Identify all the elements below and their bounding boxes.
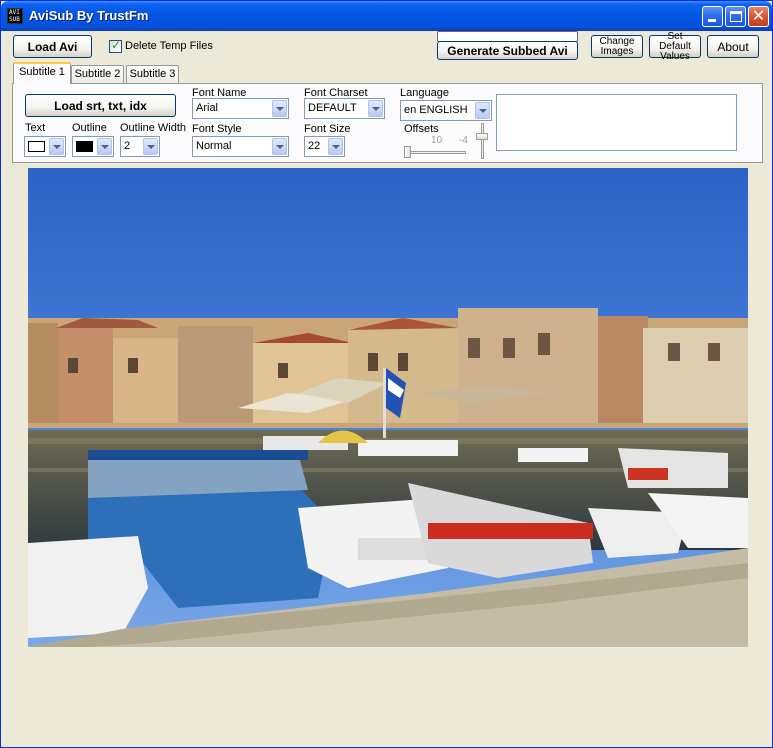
outline-width-label: Outline Width [120,122,187,134]
offset-x-slider-track[interactable] [406,151,466,154]
outline-width-value: 2 [124,140,131,152]
offset-y-value: -4 [459,135,468,146]
language-label: Language [400,87,449,99]
font-size-value: 22 [308,140,321,152]
outline-color-swatch [76,141,93,152]
close-button[interactable]: ✕ [748,6,769,27]
minimize-icon [708,19,716,22]
chevron-down-icon[interactable] [143,138,158,155]
tab-subtitle-2[interactable]: Subtitle 2 [71,65,124,83]
app-icon[interactable]: AVI SUB [7,8,23,24]
generate-subbed-avi-button[interactable]: Generate Subbed Avi [437,41,578,60]
outline-color-combo[interactable] [72,136,114,157]
change-images-button[interactable]: Change Images [591,35,643,58]
about-button[interactable]: About [707,35,759,58]
delete-temp-files-label: Delete Temp Files [125,40,213,52]
font-size-label: Font Size [304,123,351,135]
delete-temp-files-checkbox[interactable]: ✓ [109,38,122,53]
chevron-down-icon[interactable] [272,100,287,117]
harbor-photo [28,168,748,647]
language-value: en ENGLISH [404,104,468,116]
font-name-combo[interactable]: Arial [192,98,289,119]
font-name-value: Arial [196,102,219,114]
text-color-label: Text [25,122,46,134]
tab-subtitle-3[interactable]: Subtitle 3 [126,65,179,83]
close-icon: ✕ [751,6,766,25]
minimize-button[interactable] [702,6,723,27]
chevron-down-icon[interactable] [272,138,287,155]
text-color-swatch [28,141,45,152]
outline-color-label: Outline [72,122,107,134]
title-bar[interactable]: AVI SUB AviSub By TrustFm ✕ [1,1,772,31]
window-title: AviSub By TrustFm [29,8,149,23]
offset-x-slider-thumb[interactable] [404,146,411,158]
load-avi-button[interactable]: Load Avi [13,35,92,58]
font-size-combo[interactable]: 22 [304,136,345,157]
text-color-combo[interactable] [24,136,66,157]
offset-y-slider-track[interactable] [481,123,484,159]
offset-y-slider-thumb[interactable] [476,133,488,140]
font-style-combo[interactable]: Normal [192,136,289,157]
offset-x-value: 10 [431,135,443,146]
maximize-button[interactable] [725,6,746,27]
font-style-value: Normal [196,140,232,152]
font-charset-value: DEFAULT [308,102,357,114]
load-subtitle-file-button[interactable]: Load srt, txt, idx [25,94,176,117]
checkmark-icon: ✓ [111,38,122,52]
app-window: AVI SUB AviSub By TrustFm ✕ Load Avi ✓ D… [0,0,773,748]
chevron-down-icon[interactable] [97,138,112,155]
font-charset-combo[interactable]: DEFAULT [304,98,385,119]
chevron-down-icon[interactable] [368,100,383,117]
font-style-label: Font Style [192,123,242,135]
preview-image [28,168,748,647]
subtitle-preview-textbox[interactable] [496,94,737,151]
set-default-values-button[interactable]: Set Default Values [649,31,701,61]
tab-subtitle-1[interactable]: Subtitle 1 [13,62,71,84]
chevron-down-icon[interactable] [475,102,490,119]
chevron-down-icon[interactable] [328,138,343,155]
chevron-down-icon[interactable] [49,138,64,155]
maximize-icon [730,11,742,22]
offsets-label: Offsets [404,123,439,135]
outline-width-combo[interactable]: 2 [120,136,160,157]
language-combo[interactable]: en ENGLISH [400,100,492,121]
